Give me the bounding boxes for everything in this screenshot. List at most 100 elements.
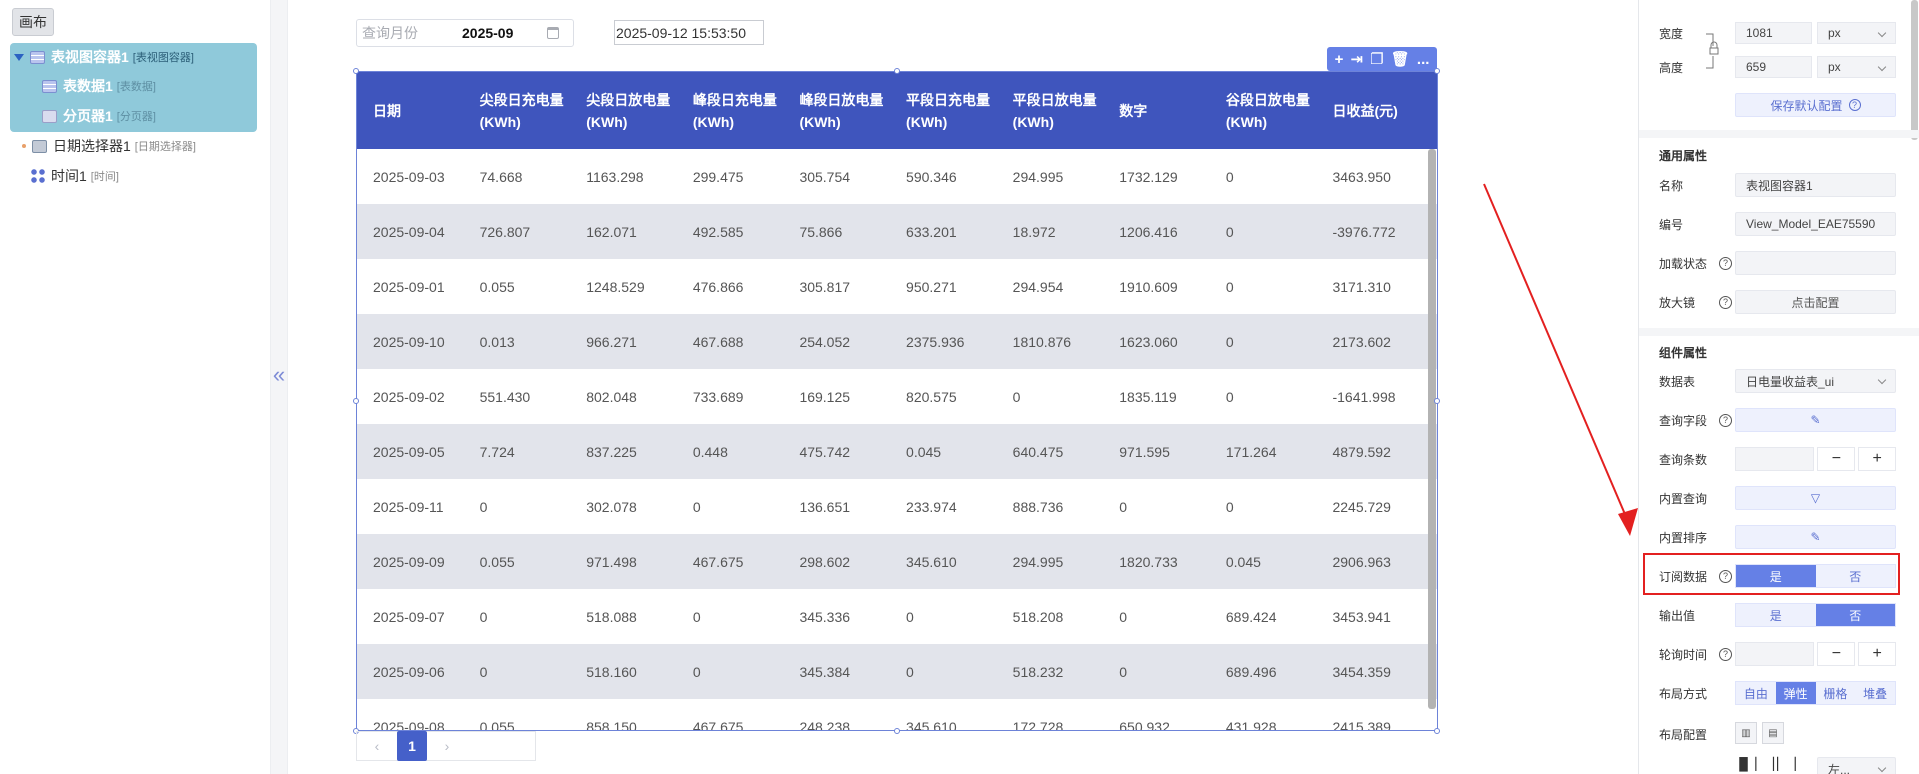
height-input[interactable]: 659 — [1735, 56, 1812, 78]
table-cell: 1248.529 — [586, 278, 645, 295]
tree-item-date-picker[interactable]: 日期选择器1 [日期选择器] — [22, 133, 196, 159]
tree-item-table-data[interactable]: 表数据1 [表数据] — [42, 73, 156, 99]
more-icon[interactable]: ... — [1417, 51, 1430, 68]
prev-page-icon[interactable]: ‹ — [357, 738, 397, 754]
align-icons[interactable]: ▐▌ ▏▕ ▏▕ — [1735, 757, 1796, 771]
move-out-icon[interactable]: ⇥ — [1350, 50, 1363, 68]
month-picker[interactable]: 查询月份 2025-09 — [356, 19, 574, 47]
table-cell: 248.238 — [799, 718, 851, 731]
table-row[interactable]: 2025-09-03 74.668 1163.298 299.475 305.754 59… — [357, 149, 1437, 204]
resize-handle-b[interactable] — [894, 728, 900, 734]
column-header[interactable]: 日期 — [357, 72, 464, 149]
resize-handle-l[interactable] — [353, 398, 359, 404]
add-icon[interactable]: + — [1335, 51, 1344, 68]
table-row[interactable]: 2025-09-06 0 518.160 0 345.384 0 518.232 0 689.4… — [357, 644, 1437, 699]
table-cell: 820.575 — [906, 388, 957, 405]
column-header[interactable]: 平段日放电量(KWh) — [997, 72, 1104, 149]
table-cell: -1641.998 — [1332, 388, 1396, 405]
loading-state-input[interactable] — [1735, 251, 1896, 275]
table-row[interactable]: 2025-09-02 551.430 802.048 733.689 169.125 82… — [357, 369, 1437, 424]
help-icon[interactable]: ? — [1719, 295, 1732, 309]
delete-icon[interactable]: 🗑 — [1391, 50, 1410, 68]
pager: ‹ 1 › — [356, 731, 536, 761]
column-header[interactable]: 平段日充电量(KWh) — [890, 72, 997, 149]
table-cell: -3976.772 — [1332, 223, 1396, 240]
resize-handle-r[interactable] — [1434, 398, 1440, 404]
query-field-edit-button[interactable]: ✎ — [1735, 408, 1896, 432]
datatable-select[interactable]: 日电量收益表_ui — [1735, 369, 1896, 393]
table-row[interactable]: 2025-09-05 7.724 837.225 0.448 475.742 0.045 6… — [357, 424, 1437, 479]
column-header[interactable]: 峰段日充电量(KWh) — [677, 72, 784, 149]
poll-time-input[interactable] — [1735, 642, 1815, 666]
table-vertical-scrollbar[interactable] — [1428, 149, 1436, 709]
resize-handle-br[interactable] — [1434, 728, 1440, 734]
name-input[interactable]: 表视图容器1 — [1735, 173, 1896, 197]
resize-handle-tr[interactable] — [1434, 68, 1440, 74]
table-row[interactable]: 2025-09-07 0 518.088 0 345.336 0 518.208 0 689.4… — [357, 589, 1437, 644]
help-icon[interactable]: ? — [1719, 256, 1732, 270]
height-unit-select[interactable]: px — [1817, 56, 1896, 78]
column-header[interactable]: 数字 — [1103, 72, 1210, 149]
calendar-icon[interactable] — [547, 27, 559, 39]
tree-item-time[interactable]: 时间1 [时间] — [31, 163, 119, 189]
width-unit-select[interactable]: px — [1817, 22, 1896, 44]
next-page-icon[interactable]: › — [427, 738, 467, 754]
column-header[interactable]: 尖段日充电量(KWh) — [464, 72, 571, 149]
layout-free-button[interactable]: 自由 — [1736, 682, 1776, 704]
table-row[interactable]: 2025-09-11 0 302.078 0 136.651 233.974 888.736… — [357, 479, 1437, 534]
table-row[interactable]: 2025-09-08 0.055 858.150 467.675 248.238 345.… — [357, 699, 1437, 731]
layout-columns-icon[interactable]: ▥ — [1735, 722, 1757, 744]
table-cell: 971.595 — [1119, 443, 1170, 460]
table-row[interactable]: 2025-09-09 0.055 971.498 467.675 298.602 345.… — [357, 534, 1437, 589]
table-cell: 294.995 — [1012, 168, 1064, 185]
help-icon[interactable]: ? — [1719, 413, 1732, 427]
plus-icon[interactable]: + — [1858, 447, 1897, 471]
align-select[interactable]: 左... — [1817, 757, 1896, 774]
page-1-button[interactable]: 1 — [397, 731, 427, 761]
copy-icon[interactable]: ❐ — [1370, 50, 1383, 68]
help-icon[interactable]: ? — [1719, 647, 1732, 661]
column-header[interactable]: 谷段日放电量(KWh) — [1210, 72, 1317, 149]
table-row[interactable]: 2025-09-01 0.055 1248.529 476.866 305.817 950… — [357, 259, 1437, 314]
query-count-input[interactable] — [1735, 447, 1815, 471]
id-input[interactable]: View_Model_EAE75590 — [1735, 212, 1896, 236]
magnifier-config-button[interactable]: 点击配置 — [1735, 290, 1896, 314]
table-row[interactable]: 2025-09-10 0.013 966.271 467.688 254.052 2375… — [357, 314, 1437, 369]
collapse-left-icon[interactable]: « — [270, 362, 288, 388]
minus-icon[interactable]: − — [1817, 642, 1856, 666]
width-input[interactable]: 1081 — [1735, 22, 1812, 44]
save-default-config-button[interactable]: 保存默认配置 ? — [1735, 93, 1896, 117]
output-no-button[interactable]: 否 — [1815, 604, 1895, 626]
resize-handle-t[interactable] — [894, 68, 900, 74]
expand-triangle-icon[interactable] — [14, 53, 24, 61]
table-cell: 2025-09-09 — [373, 553, 445, 570]
column-header[interactable]: 峰段日放电量(KWh) — [783, 72, 890, 149]
builtin-query-button[interactable]: ▽ — [1735, 486, 1896, 510]
table-cell: 345.384 — [799, 663, 851, 680]
table-cell: 726.807 — [479, 223, 531, 240]
section-separator — [1639, 328, 1919, 336]
component-toolbar: + ⇥ ❐ 🗑 ... — [1327, 47, 1437, 71]
month-picker-value: 2025-09 — [462, 25, 514, 41]
minus-icon[interactable]: − — [1817, 447, 1856, 471]
tree-item-pager[interactable]: 分页器1 [分页器] — [42, 103, 156, 129]
column-header[interactable]: 日收益(元) — [1316, 72, 1437, 149]
layout-config-row: 布局配置 ▥ ▤ — [1639, 719, 1919, 749]
column-header[interactable]: 尖段日放电量(KWh) — [570, 72, 677, 149]
output-yes-button[interactable]: 是 — [1736, 604, 1816, 626]
builtin-sort-button[interactable]: ✎ — [1735, 525, 1896, 549]
table-cell: 0 — [479, 663, 488, 680]
layout-flex-button[interactable]: 弹性 — [1775, 682, 1816, 704]
table-cell: 0 — [479, 498, 488, 515]
tree-item-table-view-container[interactable]: 表视图容器1 [表视图容器] — [14, 44, 194, 70]
layout-grid-button[interactable]: 栅格 — [1815, 682, 1856, 704]
layout-stack-button[interactable]: 堆叠 — [1855, 682, 1895, 704]
table-cell: 0 — [692, 608, 701, 625]
table-cell: 971.498 — [586, 553, 637, 570]
table-view-container[interactable]: 日期 尖段日充电量(KWh) 尖段日放电量(KWh) 峰段日充电量(KWh) 峰段日放电… — [356, 71, 1438, 731]
canvas-tag[interactable]: 画布 — [12, 8, 54, 36]
plus-icon[interactable]: + — [1858, 642, 1897, 666]
table-row[interactable]: 2025-09-04 726.807 162.071 492.585 75.866 633… — [357, 204, 1437, 259]
resize-handle-tl[interactable] — [353, 68, 359, 74]
layout-rows-icon[interactable]: ▤ — [1762, 722, 1784, 744]
